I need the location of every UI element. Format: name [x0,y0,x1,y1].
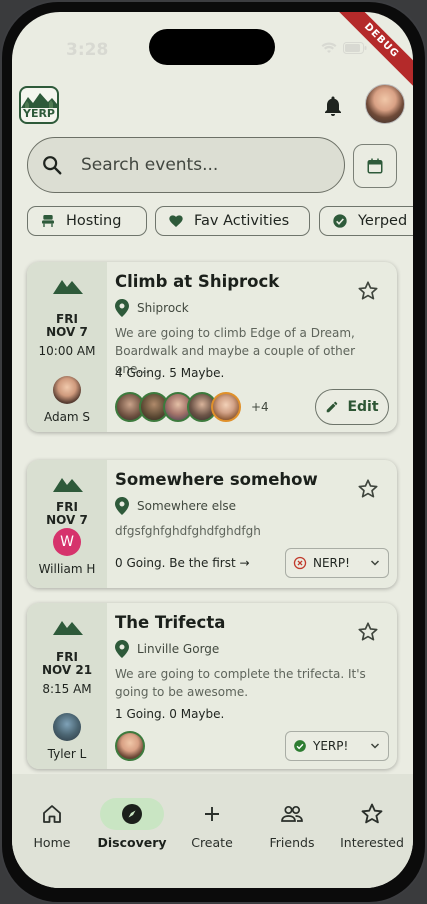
status-icons [321,42,367,54]
more-attendees-count: +4 [251,400,269,414]
event-location-text: Somewhere else [137,499,237,513]
mountains-icon [53,478,83,492]
search-input[interactable] [81,155,321,175]
profile-avatar[interactable] [365,84,405,124]
event-location: Linville Gorge [115,640,219,658]
bell-icon[interactable] [321,94,345,118]
bottom-navigation: Home Discovery Create Friends Interested [12,774,413,888]
pencil-icon [327,401,338,413]
edit-button[interactable]: Edit [315,389,389,425]
event-card[interactable]: FRI NOV 21 8:15 AM Tyler L The Trifecta … [27,603,397,769]
search-icon [43,156,62,175]
nav-label: Interested [340,835,404,850]
filter-chip-fav-activities[interactable]: Fav Activities [155,206,310,236]
location-pin-icon [115,640,129,658]
rsvp-dropdown[interactable]: NERP! [285,548,389,578]
event-title: The Trifecta [115,613,226,632]
star-icon[interactable] [357,478,379,500]
host-name: Tyler L [47,747,87,761]
home-icon [43,805,61,823]
nav-label: Discovery [97,835,167,850]
event-location-text: Linville Gorge [137,642,220,656]
search-bar[interactable] [27,137,345,193]
nav-label: Home [33,835,71,850]
check-circle-icon [333,214,347,228]
rsvp-label: NERP! [313,556,350,570]
star-icon [361,803,383,824]
search-row [27,137,398,193]
check-circle-icon [294,740,306,752]
phone-frame: 3:28 DEBUG YERP Search events... Hosting… [0,0,427,904]
host-avatar[interactable] [53,713,81,741]
event-date-column: FRI NOV 7 W William H [27,460,107,588]
event-card[interactable]: FRI NOV 7 10:00 AM Adam S Climb at Shipr… [27,262,397,432]
event-attendance[interactable]: 0 Going. Be the first → [115,556,250,570]
filter-label: Fav Activities [194,213,290,229]
top-bar: YERP [12,84,413,128]
star-icon[interactable] [357,621,379,643]
app-screen: 3:28 DEBUG YERP Search events... Hosting… [12,12,413,888]
location-pin-icon [115,497,129,515]
nav-label: Friends [269,835,315,850]
chevron-down-icon [370,743,380,749]
filter-label: Hosting [66,213,122,229]
event-description: We are going to complete the trifecta. I… [115,667,366,699]
host-icon [42,215,54,227]
heart-icon [169,215,183,227]
status-bar: 3:28 DEBUG [12,12,413,90]
location-pin-icon [115,299,129,317]
plus-icon [205,807,219,821]
rsvp-label: YERP! [313,739,349,753]
people-icon [281,805,303,822]
filter-chip-hosting[interactable]: Hosting [27,206,147,236]
wifi-icon [321,42,337,53]
event-location: Shiprock [115,299,189,317]
host-name: Adam S [43,410,91,424]
rsvp-dropdown[interactable]: YERP! [285,731,389,761]
calendar-button[interactable] [353,144,397,188]
event-attendance: 1 Going. 0 Maybe. [115,707,225,721]
chevron-down-icon [370,560,380,566]
event-time: 10:00 AM [38,344,96,358]
event-date: NOV 7 [46,325,88,339]
attendee-avatar[interactable] [115,731,145,761]
edit-label: Edit [347,399,379,415]
nav-label: Create [191,835,233,850]
host-avatar[interactable]: W [53,528,81,556]
event-day-of-week: FRI [56,650,78,664]
dynamic-island [149,29,275,65]
logo-mountains-icon [21,93,57,108]
event-date-column: FRI NOV 7 10:00 AM Adam S [27,262,107,432]
status-time: 3:28 [66,40,109,60]
event-list: FRI NOV 7 10:00 AM Adam S Climb at Shipr… [12,248,413,776]
event-day-of-week: FRI [56,312,78,326]
event-attendance: 4 Going. 5 Maybe. [115,366,225,380]
battery-icon [343,42,367,54]
event-location: Somewhere else [115,497,236,515]
host-avatar[interactable] [53,376,81,404]
event-date-column: FRI NOV 21 8:15 AM Tyler L [27,603,107,769]
event-description: dfgsfghfghdfghdfghdfgh [115,524,261,538]
event-title: Somewhere somehow [115,470,318,489]
app-logo[interactable]: YERP [19,86,59,124]
filter-label: Yerped [358,213,408,229]
event-title: Climb at Shiprock [115,272,280,291]
event-time: 8:15 AM [42,682,92,696]
event-day-of-week: FRI [56,500,78,514]
attendee-avatar[interactable] [211,392,241,422]
mountains-icon [53,621,83,635]
star-icon[interactable] [357,280,379,302]
event-location-text: Shiprock [137,301,189,315]
event-date: NOV 21 [41,663,93,677]
host-name: William H [38,562,96,576]
nerp-x-circle-icon [293,556,307,570]
compass-icon [122,804,142,824]
filter-chip-yerped[interactable]: Yerped [319,206,413,236]
filter-chips: Hosting Fav Activities Yerped [27,206,413,238]
event-date: NOV 7 [46,513,88,527]
logo-text: YERP [22,107,55,120]
calendar-icon [367,158,383,174]
event-card[interactable]: FRI NOV 7 W William H Somewhere somehow … [27,460,397,588]
mountains-icon [53,280,83,294]
